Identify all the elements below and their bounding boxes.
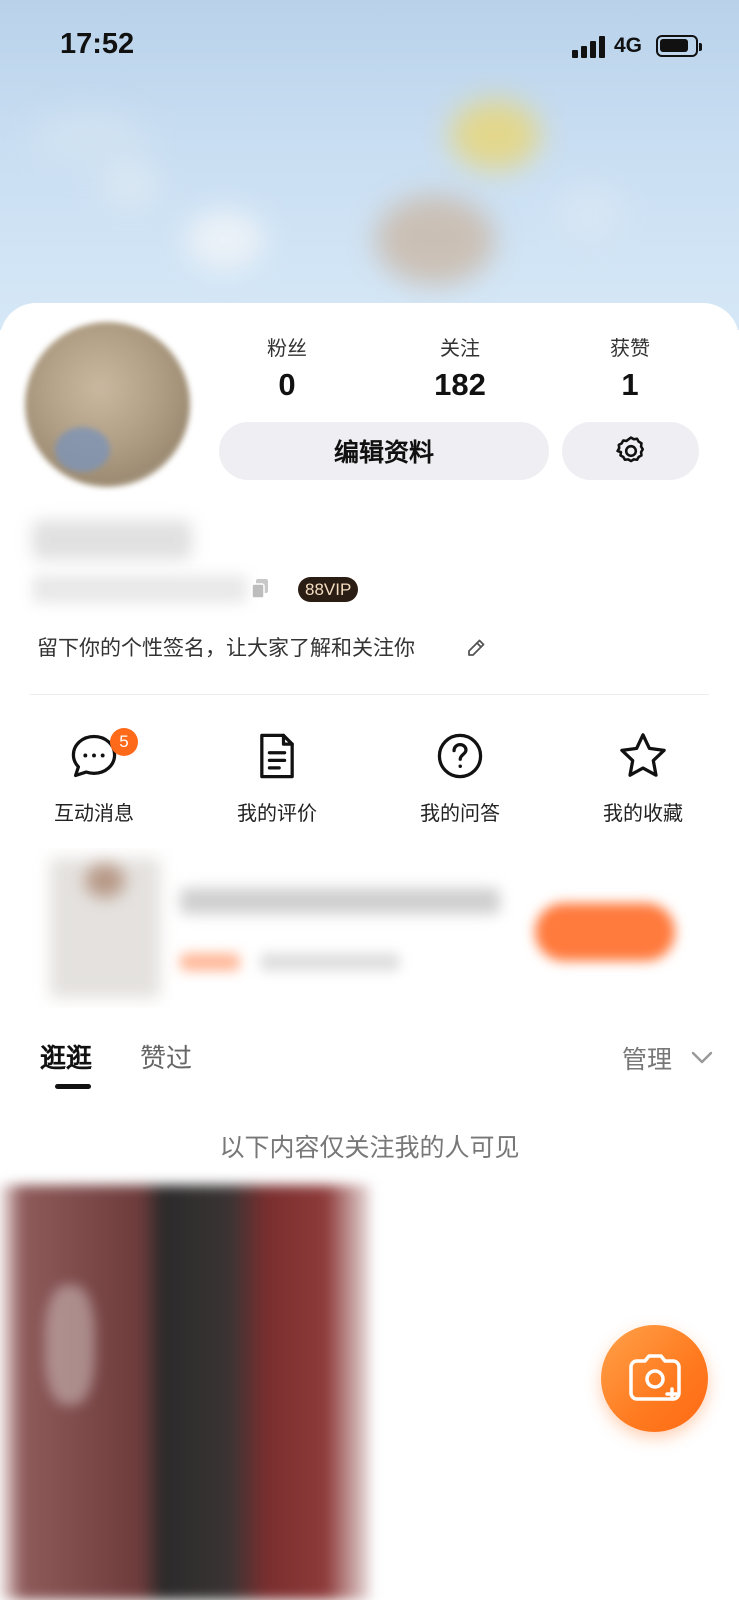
tab-browse[interactable]: 逛逛 <box>40 1038 92 1075</box>
signature-text[interactable]: 留下你的个性签名，让大家了解和关注你 <box>37 634 415 662</box>
star-icon <box>620 733 666 777</box>
stat-label: 获赞 <box>610 336 650 360</box>
stat-value: 182 <box>434 367 486 402</box>
promo-subtitle-blurred <box>260 953 400 971</box>
gear-icon <box>615 436 644 463</box>
promo-tag-blurred <box>180 953 240 971</box>
shortcut-reviews[interactable]: 我的评价 <box>197 730 357 826</box>
promo-card-blurred[interactable] <box>30 848 710 1008</box>
watermark-url: jingyan.baidu.com <box>571 1567 673 1580</box>
manage-button[interactable]: 管理 <box>622 1040 672 1076</box>
cover-blur <box>100 160 160 210</box>
vip-badge[interactable]: 88VIP <box>298 577 359 602</box>
stat-label: 粉丝 <box>267 336 307 360</box>
edit-profile-button[interactable]: 编辑资料 <box>219 422 549 480</box>
promo-title-blurred <box>180 888 500 914</box>
camera-post-button[interactable] <box>601 1325 708 1432</box>
pen-icon[interactable] <box>464 636 488 660</box>
stat-label: 关注 <box>440 336 480 360</box>
stat-likes[interactable]: 获赞 1 <box>560 335 700 405</box>
shortcut-row: 5 互动消息 我的评价 我的问答 我的收藏 <box>0 728 739 840</box>
cover-blur <box>375 195 495 285</box>
stat-fans[interactable]: 粉丝 0 <box>217 335 357 405</box>
stat-following[interactable]: 关注 182 <box>390 335 530 405</box>
promo-button-blurred[interactable] <box>535 903 675 961</box>
cover-blur <box>185 210 265 270</box>
shortcut-label: 我的问答 <box>420 801 500 825</box>
shortcut-label: 互动消息 <box>54 801 134 825</box>
username-blurred <box>32 520 192 560</box>
tab-indicator <box>55 1084 91 1089</box>
unread-badge: 5 <box>110 728 138 756</box>
signal-icon <box>572 36 606 58</box>
status-bar: 17:52 4G <box>0 0 739 95</box>
shortcut-favorites[interactable]: 我的收藏 <box>563 730 723 826</box>
profile-stats: 粉丝 0 关注 182 获赞 1 <box>220 335 720 415</box>
copy-icon[interactable] <box>250 578 270 600</box>
shortcut-label: 我的收藏 <box>603 801 683 825</box>
divider <box>30 694 709 695</box>
battery-icon <box>656 35 702 57</box>
watermark: Baidu经验 jingyan.baidu.com <box>567 1527 717 1600</box>
settings-button[interactable] <box>562 422 699 480</box>
stat-value: 0 <box>278 367 296 402</box>
chevron-down-icon[interactable] <box>690 1050 714 1066</box>
battery-level <box>660 39 689 52</box>
user-id-blurred <box>32 575 247 603</box>
avatar[interactable] <box>25 322 190 487</box>
stat-value: 1 <box>621 367 639 402</box>
post-thumbnail[interactable] <box>0 1185 370 1600</box>
question-icon <box>437 733 483 779</box>
content-tabs: 逛逛 赞过 管理 <box>0 1010 739 1090</box>
visibility-note: 以下内容仅关注我的人可见 <box>219 1133 520 1162</box>
shortcut-qa[interactable]: 我的问答 <box>380 730 540 826</box>
camera-plus-icon <box>628 1353 681 1401</box>
status-time: 17:52 <box>60 28 135 60</box>
shortcut-messages[interactable]: 5 互动消息 <box>14 728 174 826</box>
document-icon <box>260 733 294 779</box>
tab-liked[interactable]: 赞过 <box>140 1038 192 1075</box>
network-type: 4G <box>614 34 643 57</box>
cover-blur <box>555 185 625 245</box>
cover-blur <box>450 100 540 170</box>
shortcut-label: 我的评价 <box>237 801 317 825</box>
promo-image <box>50 858 160 998</box>
